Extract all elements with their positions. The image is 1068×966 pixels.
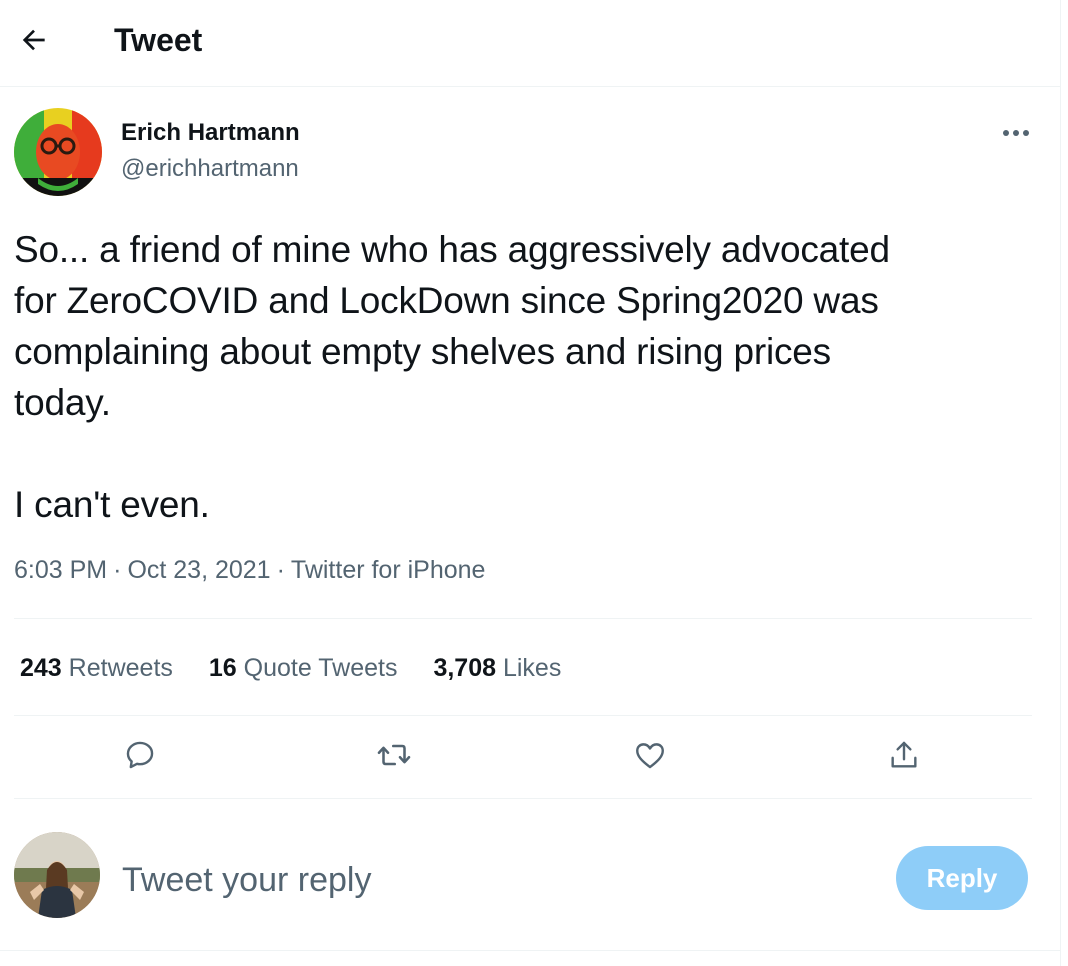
reply-icon (126, 741, 154, 769)
author-name[interactable]: Erich Hartmann (121, 118, 300, 148)
tweet-stats: 243 Retweets 16 Quote Tweets 3,708 Likes (20, 648, 597, 688)
tweet-date[interactable]: Oct 23, 2021 (127, 556, 270, 584)
divider (14, 798, 1032, 799)
like-button[interactable] (628, 733, 672, 777)
author-avatar[interactable] (14, 108, 102, 196)
tweet-time[interactable]: 6:03 PM (14, 556, 107, 584)
reply-input[interactable] (122, 856, 862, 904)
back-button[interactable] (14, 20, 54, 60)
author-handle[interactable]: @erichhartmann (121, 154, 299, 184)
tweet-page: Tweet Erich Hartmann @erichhartmann So..… (0, 0, 1061, 966)
divider (0, 950, 1060, 951)
like-icon (636, 743, 664, 769)
meta-separator: · (276, 556, 285, 584)
meta-separator: · (113, 556, 122, 584)
retweet-button[interactable] (372, 733, 416, 777)
page-header: Tweet (0, 0, 1060, 87)
likes-count: 3,708 (433, 653, 497, 682)
divider (14, 618, 1032, 619)
retweets-stat[interactable]: 243 Retweets (20, 654, 173, 683)
quote-tweets-stat[interactable]: 16 Quote Tweets (209, 654, 398, 683)
reply-button[interactable] (118, 733, 162, 777)
retweets-label: Retweets (68, 653, 173, 682)
retweets-count: 243 (20, 653, 62, 682)
more-dots-icon (1003, 130, 1029, 136)
tweet-meta: 6:03 PM · Oct 23, 2021 · Twitter for iPhone (14, 553, 485, 587)
likes-stat[interactable]: 3,708 Likes (433, 654, 561, 683)
quote-tweets-count: 16 (208, 653, 237, 682)
current-user-avatar[interactable] (14, 832, 100, 918)
reply-submit-button[interactable]: Reply (896, 846, 1028, 910)
retweet-icon (377, 744, 411, 766)
share-button[interactable] (882, 733, 926, 777)
more-options-button[interactable] (996, 118, 1036, 148)
page-title: Tweet (114, 22, 203, 58)
divider (14, 715, 1032, 716)
tweet-source[interactable]: Twitter for iPhone (291, 556, 486, 584)
quote-tweets-label: Quote Tweets (243, 653, 398, 682)
arrow-left-icon (22, 29, 45, 51)
tweet-text: So... a friend of mine who has aggressiv… (14, 229, 890, 525)
share-icon (891, 741, 917, 768)
likes-label: Likes (502, 653, 562, 682)
